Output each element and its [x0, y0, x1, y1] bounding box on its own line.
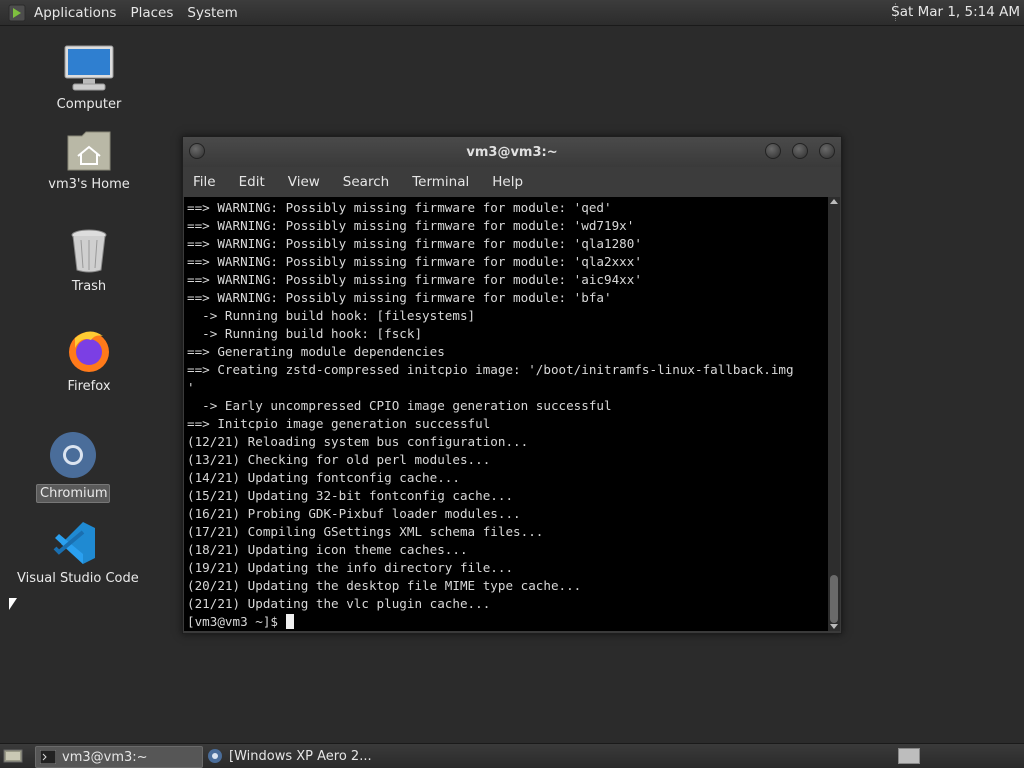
- terminal-line: (16/21) Probing GDK-Pixbuf loader module…: [187, 506, 521, 521]
- taskbar-item-label: [Windows XP Aero 2...: [229, 748, 372, 764]
- terminal-line: -> Early uncompressed CPIO image generat…: [187, 398, 612, 413]
- desktop-icon-label: Computer: [56, 97, 122, 112]
- terminal-window[interactable]: vm3@vm3:~ File Edit View Search Terminal…: [182, 136, 842, 634]
- terminal-line: -> Running build hook: [fsck]: [187, 326, 423, 341]
- desktop-icon-label: Trash: [71, 279, 107, 294]
- home-folder-icon: [66, 128, 112, 172]
- applications-menu-icon[interactable]: [8, 4, 26, 22]
- clock[interactable]: Sat Mar 1, 5:14 AM: [891, 4, 1020, 20]
- terminal-output[interactable]: ==> WARNING: Possibly missing firmware f…: [184, 197, 828, 631]
- desktop-icon-vscode[interactable]: Visual Studio Code: [14, 520, 139, 587]
- terminal-line: (18/21) Updating icon theme caches...: [187, 542, 468, 557]
- scroll-down-arrow-icon[interactable]: [830, 624, 838, 629]
- menu-terminal[interactable]: Terminal: [412, 174, 469, 190]
- terminal-line: ': [187, 380, 195, 395]
- terminal-line: ==> WARNING: Possibly missing firmware f…: [187, 254, 642, 269]
- scroll-up-arrow-icon[interactable]: [830, 199, 838, 204]
- terminal-line: ==> Initcpio image generation successful: [187, 416, 491, 431]
- show-desktop-icon[interactable]: [3, 748, 23, 768]
- terminal-prompt-line[interactable]: [vm3@vm3 ~]$: [187, 613, 828, 631]
- window-title: vm3@vm3:~: [466, 145, 558, 160]
- terminal-menubar: File Edit View Search Terminal Help: [183, 167, 841, 197]
- desktop-icon-trash[interactable]: Trash: [56, 228, 122, 295]
- text-cursor: [285, 614, 294, 629]
- desktop-icon-label: Firefox: [67, 379, 111, 394]
- computer-icon: [63, 44, 115, 92]
- menu-file[interactable]: File: [193, 174, 216, 190]
- window-titlebar[interactable]: vm3@vm3:~: [183, 137, 841, 167]
- maximize-button[interactable]: [792, 143, 808, 159]
- terminal-icon: [39, 749, 57, 765]
- terminal-line: (19/21) Updating the info directory file…: [187, 560, 514, 575]
- bottom-panel: vm3@vm3:~ [Windows XP Aero 2...: [0, 743, 1024, 768]
- desktop-icon-label: vm3's Home: [48, 177, 130, 192]
- terminal-line: ==> Creating zstd-compressed initcpio im…: [187, 362, 794, 377]
- firefox-icon: [65, 326, 113, 374]
- desktop-icon-firefox[interactable]: Firefox: [56, 326, 122, 395]
- taskbar-item-label: vm3@vm3:~: [62, 749, 148, 765]
- chromium-icon: [48, 430, 98, 480]
- terminal-line: ==> WARNING: Possibly missing firmware f…: [187, 200, 612, 215]
- terminal-line: (13/21) Checking for old perl modules...: [187, 452, 491, 467]
- desktop-icon-home[interactable]: vm3's Home: [44, 128, 134, 193]
- taskbar-item-terminal[interactable]: vm3@vm3:~: [35, 746, 203, 768]
- terminal-line: ==> WARNING: Possibly missing firmware f…: [187, 272, 642, 287]
- menu-edit[interactable]: Edit: [239, 174, 265, 190]
- menu-search[interactable]: Search: [343, 174, 389, 190]
- desktop-icon-label: Chromium: [36, 484, 110, 503]
- workspace-switcher[interactable]: [898, 748, 920, 768]
- taskbar-item-chromium[interactable]: [Windows XP Aero 2...: [203, 746, 403, 766]
- trash-icon: [69, 228, 109, 274]
- chromium-icon: [207, 749, 223, 763]
- terminal-scrollbar[interactable]: [828, 197, 840, 631]
- vscode-icon: [51, 520, 97, 566]
- terminal-line: (21/21) Updating the vlc plugin cache...: [187, 596, 491, 611]
- terminal-line: (15/21) Updating 32-bit fontconfig cache…: [187, 488, 514, 503]
- desktop-icon-label: Visual Studio Code: [17, 571, 139, 586]
- terminal-line: (17/21) Compiling GSettings XML schema f…: [187, 524, 544, 539]
- system-menu[interactable]: System: [187, 5, 237, 21]
- terminal-line: ==> Generating module dependencies: [187, 344, 445, 359]
- terminal-line: ==> WARNING: Possibly missing firmware f…: [187, 218, 635, 233]
- terminal-line: (20/21) Updating the desktop file MIME t…: [187, 578, 582, 593]
- close-button[interactable]: [819, 143, 835, 159]
- terminal-line: -> Running build hook: [filesystems]: [187, 308, 476, 323]
- desktop-icon-chromium[interactable]: Chromium: [36, 430, 110, 503]
- scrollbar-thumb[interactable]: [830, 575, 838, 623]
- shell-prompt: [vm3@vm3 ~]$: [187, 614, 286, 629]
- terminal-line: ==> WARNING: Possibly missing firmware f…: [187, 290, 612, 305]
- terminal-line: (14/21) Updating fontconfig cache...: [187, 470, 460, 485]
- places-menu[interactable]: Places: [130, 5, 173, 21]
- minimize-button[interactable]: [765, 143, 781, 159]
- mouse-pointer-icon: [9, 598, 17, 610]
- terminal-line: ==> WARNING: Possibly missing firmware f…: [187, 236, 642, 251]
- menu-view[interactable]: View: [288, 174, 320, 190]
- desktop-icon-computer[interactable]: Computer: [52, 44, 126, 113]
- top-panel: Applications Places System Sat Mar 1, 5:…: [0, 0, 1024, 26]
- terminal-line: (12/21) Reloading system bus configurati…: [187, 434, 529, 449]
- menu-help[interactable]: Help: [492, 174, 523, 190]
- applications-menu[interactable]: Applications: [34, 5, 116, 21]
